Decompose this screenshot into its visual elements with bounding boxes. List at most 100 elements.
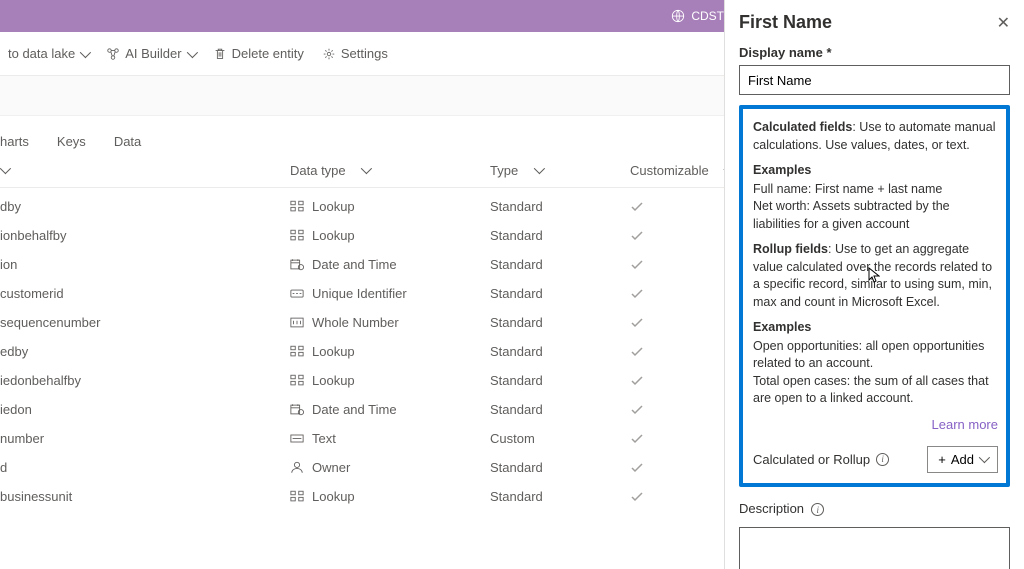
cell-datatype: Lookup: [290, 344, 490, 359]
cell-datatype: Owner: [290, 460, 490, 475]
cell-type: Standard: [490, 489, 630, 504]
cell-customizable: [630, 462, 730, 474]
rollup-fields-title: Rollup fields: [753, 242, 828, 256]
cell-customizable: [630, 375, 730, 387]
col-datatype-label: Data type: [290, 163, 346, 178]
col-type-label: Type: [490, 163, 518, 178]
cell-customizable: [630, 346, 730, 358]
cell-name: dby: [0, 199, 290, 214]
cell-datatype: Text: [290, 431, 490, 446]
cell-datatype: Lookup: [290, 489, 490, 504]
cell-datatype: Date and Time: [290, 257, 490, 272]
cell-datatype: Lookup: [290, 373, 490, 388]
cell-name: edby: [0, 344, 290, 359]
uid-icon: [290, 287, 304, 300]
cell-type: Standard: [490, 257, 630, 272]
cell-type: Standard: [490, 228, 630, 243]
chevron-down-icon: [186, 46, 197, 57]
rollup-examples-text: Open opportunities: all open opportuniti…: [753, 338, 998, 408]
text-icon: [290, 432, 304, 445]
export-to-datalake[interactable]: to data lake: [8, 46, 88, 61]
cell-datatype: Unique Identifier: [290, 286, 490, 301]
environment-indicator: CDST: [671, 9, 724, 23]
delete-entity-button[interactable]: Delete entity: [213, 46, 304, 61]
cell-datatype: Whole Number: [290, 315, 490, 330]
chevron-down-icon: [979, 452, 990, 463]
cell-datatype: Lookup: [290, 228, 490, 243]
tab-charts[interactable]: harts: [0, 134, 29, 149]
close-icon[interactable]: ✕: [997, 13, 1010, 33]
panel-title: First Name: [739, 12, 832, 33]
display-name-label: Display name *: [739, 45, 1010, 60]
ai-builder[interactable]: AI Builder: [106, 46, 194, 61]
add-button[interactable]: + Add: [927, 446, 998, 473]
datetime-icon: [290, 258, 304, 271]
cell-name: customerid: [0, 286, 290, 301]
col-datatype[interactable]: Data type: [290, 163, 490, 178]
add-button-label: Add: [951, 452, 974, 467]
cell-type: Custom: [490, 431, 630, 446]
settings-button[interactable]: Settings: [322, 46, 388, 61]
cell-datatype: Lookup: [290, 199, 490, 214]
examples-heading-2: Examples: [753, 319, 998, 337]
chevron-down-icon: [80, 46, 91, 57]
cell-type: Standard: [490, 373, 630, 388]
lookup-icon: [290, 490, 304, 503]
delete-entity-label: Delete entity: [232, 46, 304, 61]
calc-or-rollup-label: Calculated or Rollup i: [753, 452, 889, 467]
cell-customizable: [630, 317, 730, 329]
chevron-down-icon: [361, 163, 372, 174]
cell-name: sequencenumber: [0, 315, 290, 330]
lookup-icon: [290, 229, 304, 242]
cell-name: iedonbehalfby: [0, 373, 290, 388]
help-callout: Calculated fields: Use to automate manua…: [739, 105, 1010, 487]
tab-keys[interactable]: Keys: [57, 134, 86, 149]
cell-name: number: [0, 431, 290, 446]
datalake-label: to data lake: [8, 46, 75, 61]
cell-name: ionbehalfby: [0, 228, 290, 243]
cell-customizable: [630, 230, 730, 242]
settings-label: Settings: [341, 46, 388, 61]
field-properties-panel: First Name ✕ Display name * Calculated f…: [724, 0, 1024, 569]
col-type[interactable]: Type: [490, 163, 630, 178]
learn-more-link[interactable]: Learn more: [753, 416, 998, 434]
col-name[interactable]: [0, 166, 290, 174]
cell-customizable: [630, 491, 730, 503]
cell-customizable: [630, 433, 730, 445]
lookup-icon: [290, 200, 304, 213]
chevron-down-icon: [0, 163, 11, 174]
description-textarea[interactable]: [739, 527, 1010, 569]
cell-customizable: [630, 201, 730, 213]
lookup-icon: [290, 345, 304, 358]
ai-builder-icon: [106, 47, 120, 61]
trash-icon: [213, 47, 227, 61]
cell-type: Standard: [490, 286, 630, 301]
cell-customizable: [630, 288, 730, 300]
cell-type: Standard: [490, 344, 630, 359]
cell-name: businessunit: [0, 489, 290, 504]
datetime-icon: [290, 403, 304, 416]
calc-fields-title: Calculated fields: [753, 120, 852, 134]
environment-name: CDST: [691, 9, 724, 23]
cell-customizable: [630, 404, 730, 416]
cell-customizable: [630, 259, 730, 271]
plus-icon: +: [938, 452, 946, 467]
lookup-icon: [290, 374, 304, 387]
col-customizable[interactable]: Customizable: [630, 163, 730, 178]
cell-type: Standard: [490, 460, 630, 475]
col-customizable-label: Customizable: [630, 163, 709, 178]
cell-name: d: [0, 460, 290, 475]
info-icon[interactable]: i: [811, 503, 824, 516]
chevron-down-icon: [534, 163, 545, 174]
display-name-input[interactable]: [739, 65, 1010, 95]
description-label: Description i: [739, 501, 1010, 517]
info-icon[interactable]: i: [876, 453, 889, 466]
cell-name: ion: [0, 257, 290, 272]
number-icon: [290, 316, 304, 329]
owner-icon: [290, 461, 304, 474]
calc-examples-text: Full name: First name + last name Net wo…: [753, 181, 998, 234]
examples-heading: Examples: [753, 162, 998, 180]
globe-icon: [671, 9, 685, 23]
tab-data[interactable]: Data: [114, 134, 141, 149]
cell-type: Standard: [490, 315, 630, 330]
